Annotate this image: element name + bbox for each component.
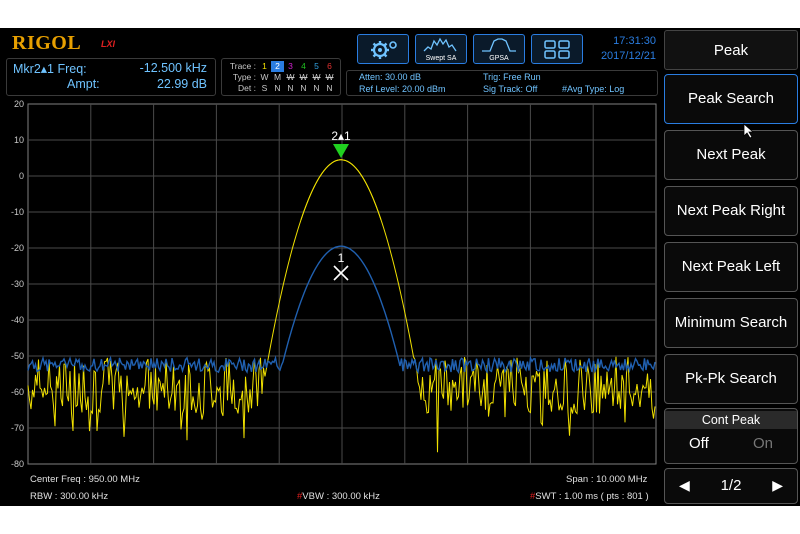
trace-settings[interactable]: Trace :123456 Type :WMWWWW Det :SNNNNN [221, 58, 341, 96]
vbw-text[interactable]: VBW : 300.00 kHz [302, 491, 380, 502]
det-5: N [313, 83, 320, 93]
trace-5[interactable]: 5 [310, 61, 323, 72]
trig-text: Trig: Free Run [483, 72, 541, 82]
marker-ampt-value: 22.99 dB [156, 77, 207, 91]
trace-6[interactable]: 6 [323, 61, 336, 72]
gpsa-icon [482, 38, 516, 52]
trace-4[interactable]: 4 [297, 61, 310, 72]
cont-peak-off[interactable]: Off [689, 435, 709, 452]
type-6: W [325, 72, 334, 82]
avg-type-text: #Avg Type: Log [562, 84, 625, 94]
det-4: N [300, 83, 307, 93]
gpsa-button[interactable]: GPSA [473, 34, 525, 64]
det-1: S [261, 83, 268, 93]
settings-gear-icon [371, 41, 397, 59]
y-tick-label: 0 [19, 171, 24, 181]
y-tick-label: 10 [14, 135, 24, 145]
y-tick-label: -20 [11, 243, 24, 253]
clock-date: 2017/12/21 [600, 50, 656, 62]
gpsa-label: GPSA [489, 55, 509, 62]
trace-1[interactable]: 1 [258, 61, 271, 72]
cont-peak-toggle[interactable]: Cont Peak Off On [664, 408, 798, 464]
trace-2[interactable]: 2 [271, 61, 284, 72]
next-peak-button[interactable]: Next Peak [664, 130, 798, 180]
type-5: W [312, 72, 321, 82]
atten-text: Atten: 30.00 dB [359, 72, 422, 82]
layout-button[interactable] [531, 34, 583, 64]
measurement-info: Atten: 30.00 dB Ref Level: 20.00 dBm Tri… [346, 70, 658, 96]
y-tick-label: -70 [11, 423, 24, 433]
ref-level-text: Ref Level: 20.00 dBm [359, 84, 446, 94]
y-tick-label: -10 [11, 207, 24, 217]
y-tick-label: -60 [11, 387, 24, 397]
det-3: N [287, 83, 294, 93]
lxi-logo: LXI [101, 39, 116, 49]
cont-peak-title: Cont Peak [665, 411, 797, 429]
det-2: N [274, 83, 281, 93]
spectrum-graticule: 20 10 0 -10 -20 -30 -40 -50 -60 -70 -80 2▴1 1 [11, 100, 657, 469]
sig-track-text: Sig Track: Off [483, 84, 538, 94]
rbw-text[interactable]: RBW : 300.00 kHz [30, 491, 108, 502]
page-next-icon[interactable]: ▶ [772, 477, 783, 494]
marker-ampt-label: Ampt: [67, 77, 100, 91]
y-tick-label: -50 [11, 351, 24, 361]
next-peak-left-button[interactable]: Next Peak Left [664, 242, 798, 292]
type-3: W [286, 72, 295, 82]
rigol-logo: RIGOL [12, 32, 82, 54]
type-4: W [299, 72, 308, 82]
y-tick-label: -80 [11, 459, 24, 469]
type-label: Type : [232, 72, 256, 82]
trace-1-peak-line [300, 159, 382, 220]
cont-peak-on[interactable]: On [753, 435, 773, 452]
spectrum-plot[interactable]: 20 10 0 -10 -20 -30 -40 -50 -60 -70 -80 2▴1 1 Cent… [0, 100, 662, 506]
layout-grid-icon [544, 40, 570, 59]
trace-label: Trace : [229, 61, 256, 71]
settings-button[interactable] [357, 34, 409, 64]
minimum-search-button[interactable]: Minimum Search [664, 298, 798, 348]
marker-1-cross[interactable] [333, 265, 349, 281]
next-peak-right-button[interactable]: Next Peak Right [664, 186, 798, 236]
y-tick-label: -30 [11, 279, 24, 289]
clock-time: 17:31:30 [613, 35, 656, 47]
swept-sa-label: Swept SA [425, 55, 457, 62]
marker-1-label: 1 [338, 251, 345, 265]
type-2: M [273, 72, 282, 82]
trace-3[interactable]: 3 [284, 61, 297, 72]
menu-pager: ◀ 1/2 ▶ [664, 468, 798, 504]
type-1: W [260, 72, 269, 82]
status-header: RIGOL LXI Mkr2▴1 Freq: -12.500 kHz Ampt:… [0, 28, 662, 100]
menu-title: Peak [664, 30, 798, 70]
marker-2-triangle[interactable] [333, 144, 349, 158]
marker-readout: Mkr2▴1 Freq: -12.500 kHz Ampt: 22.99 dB [6, 58, 216, 96]
pk-pk-search-button[interactable]: Pk-Pk Search [664, 354, 798, 404]
swt-text[interactable]: SWT : 1.00 ms ( pts : 801 ) [535, 491, 648, 502]
det-6: N [326, 83, 333, 93]
span-text[interactable]: Span : 10.000 MHz [566, 474, 647, 485]
y-tick-label: 20 [14, 100, 24, 109]
marker-freq-value: -12.500 kHz [139, 61, 207, 75]
marker-2-label: 2▴1 [331, 129, 351, 143]
peak-search-button[interactable]: Peak Search [664, 74, 798, 124]
analyzer-screen: RIGOL LXI Mkr2▴1 Freq: -12.500 kHz Ampt:… [0, 28, 800, 506]
swept-sa-icon [423, 37, 457, 52]
center-freq-text[interactable]: Center Freq : 950.00 MHz [30, 474, 140, 485]
marker-freq-label: Mkr2▴1 Freq: [13, 62, 87, 76]
softkey-menu: Peak Peak Search Next Peak Next Peak Rig… [662, 28, 800, 506]
det-label: Det : [238, 83, 256, 93]
swept-sa-button[interactable]: Swept SA [415, 34, 467, 64]
mouse-pointer-icon [743, 123, 755, 139]
y-tick-label: -40 [11, 315, 24, 325]
